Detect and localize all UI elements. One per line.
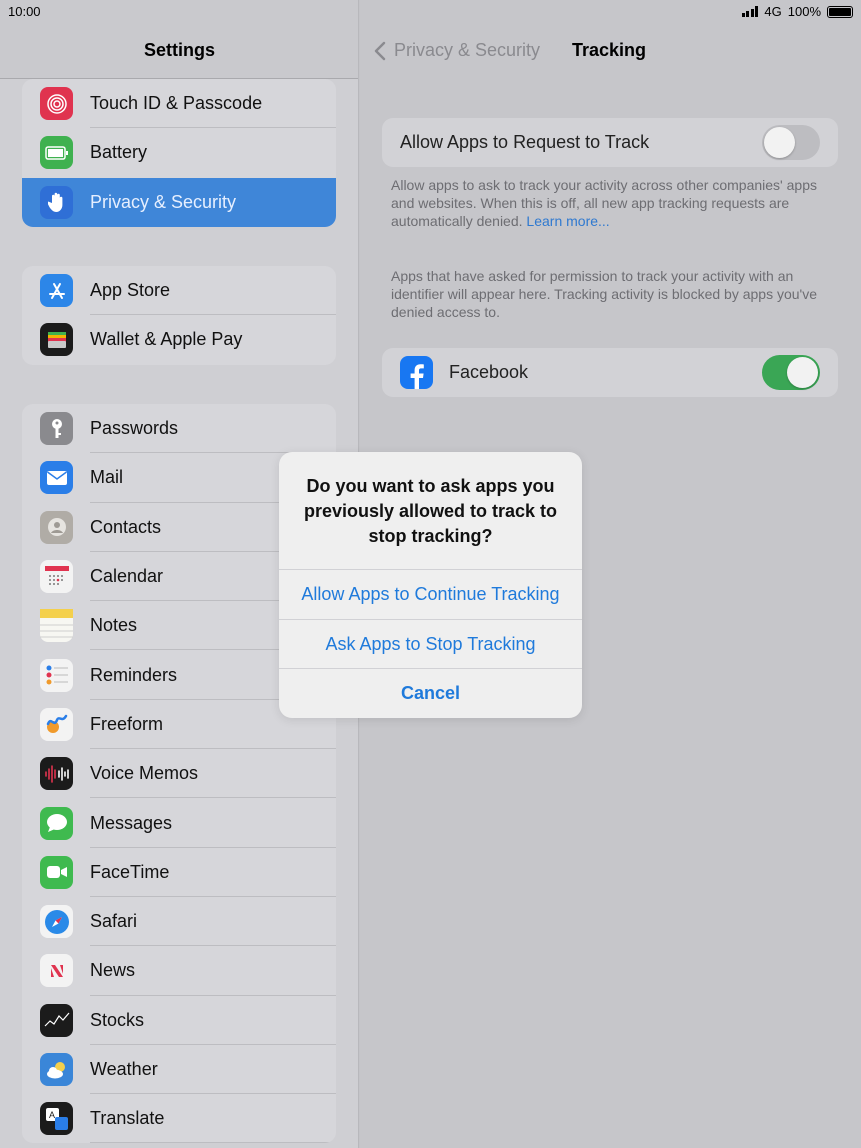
- sidebar-item-translate[interactable]: A Translate: [22, 1094, 336, 1144]
- sidebar-item-label: App Store: [90, 280, 171, 301]
- sidebar-item-label: Wallet & Apple Pay: [90, 329, 243, 350]
- stop-tracking-alert: Do you want to ask apps you previously a…: [279, 452, 582, 718]
- sidebar-item-wallet[interactable]: Wallet & Apple Pay: [22, 315, 336, 364]
- battery-percent: 100%: [787, 4, 821, 19]
- sidebar-item-label: Safari: [90, 911, 138, 932]
- settings-group-1: Touch ID & Passcode Battery Privacy & Se…: [22, 79, 336, 227]
- sidebar-item-messages[interactable]: Messages: [22, 798, 336, 848]
- calendar-icon: [40, 560, 73, 594]
- app-row-facebook: Facebook: [382, 348, 838, 397]
- facebook-tracking-toggle[interactable]: [762, 355, 820, 390]
- status-bar: 4G 100%: [741, 4, 853, 19]
- page-title: Tracking: [572, 40, 647, 60]
- sidebar-item-stocks[interactable]: Stocks: [22, 996, 336, 1045]
- learn-more-link[interactable]: Learn more...: [526, 213, 609, 229]
- battery-status-icon: [827, 5, 853, 18]
- back-button[interactable]: Privacy & Security: [374, 40, 540, 61]
- freeform-icon: [40, 707, 73, 741]
- facetime-icon: [40, 855, 73, 889]
- network-label: 4G: [764, 4, 782, 19]
- allow-tracking-footnote: Allow apps to ask to track your activity…: [391, 177, 817, 229]
- sidebar-item-label: Freeform: [90, 713, 164, 734]
- app-label: Facebook: [449, 362, 529, 382]
- sidebar-item-label: Weather: [90, 1059, 158, 1079]
- sidebar-header: 10:00 Settings: [0, 0, 358, 79]
- chevron-left-icon: [374, 41, 386, 60]
- settings-group-2: App Store Wallet & Apple Pay: [22, 266, 336, 365]
- weather-icon: [40, 1053, 73, 1086]
- sidebar-item-app-store[interactable]: App Store: [22, 266, 336, 316]
- hand-icon: [40, 185, 73, 219]
- allow-tracking-toggle[interactable]: [762, 125, 820, 160]
- sidebar-item-label: Voice Memos: [90, 763, 199, 784]
- sidebar-item-news[interactable]: News: [22, 946, 336, 996]
- allow-tracking-label: Allow Apps to Request to Track: [400, 132, 650, 152]
- sidebar-item-label: Touch ID & Passcode: [90, 93, 263, 114]
- sidebar-item-label: Battery: [90, 142, 148, 163]
- sidebar-item-label: Privacy & Security: [90, 191, 237, 212]
- wallet-icon: [40, 323, 73, 357]
- sidebar-item-voice-memos[interactable]: Voice Memos: [22, 749, 336, 799]
- ask-stop-tracking-button[interactable]: Ask Apps to Stop Tracking: [279, 619, 582, 669]
- sidebar-item-label: FaceTime: [90, 861, 170, 882]
- reminders-icon: [40, 658, 73, 692]
- key-icon: [40, 412, 73, 446]
- sidebar-item-battery[interactable]: Battery: [22, 128, 336, 177]
- sidebar-item-privacy-security[interactable]: Privacy & Security: [22, 177, 336, 227]
- signal-icon: [741, 6, 759, 17]
- back-label: Privacy & Security: [394, 40, 541, 60]
- sidebar-item-label: Translate: [90, 1108, 165, 1129]
- svg-text:A: A: [49, 1110, 55, 1120]
- fingerprint-icon: [40, 87, 73, 121]
- sidebar-item-weather[interactable]: Weather: [22, 1045, 336, 1095]
- mail-icon: [40, 461, 73, 495]
- sidebar-item-touch-id[interactable]: Touch ID & Passcode: [22, 79, 336, 129]
- sidebar-item-label: Stocks: [90, 1009, 145, 1030]
- facebook-icon: [400, 356, 433, 389]
- alert-title: Do you want to ask apps you previously a…: [303, 476, 558, 546]
- app-store-icon: [40, 274, 73, 308]
- contacts-icon: [40, 510, 73, 544]
- sidebar-item-label: Calendar: [90, 566, 164, 587]
- sidebar-item-label: Contacts: [90, 516, 162, 537]
- sidebar-item-safari[interactable]: Safari: [22, 897, 336, 947]
- sidebar-item-facetime[interactable]: FaceTime: [22, 848, 336, 897]
- status-time: 10:00: [8, 4, 41, 19]
- battery-icon: [40, 136, 73, 170]
- apps-note: Apps that have asked for permission to t…: [391, 268, 817, 320]
- sidebar-item-label: Mail: [90, 467, 124, 488]
- sidebar-item-label: Passwords: [90, 418, 179, 439]
- allow-continue-tracking-button[interactable]: Allow Apps to Continue Tracking: [279, 569, 582, 619]
- messages-icon: [40, 806, 73, 840]
- sidebar-item-passwords[interactable]: Passwords: [22, 404, 336, 454]
- allow-tracking-card: Allow Apps to Request to Track: [382, 118, 838, 167]
- stocks-icon: [40, 1003, 73, 1037]
- news-icon: [40, 954, 73, 988]
- translate-icon: A: [40, 1102, 73, 1136]
- sidebar-item-label: Messages: [90, 812, 173, 833]
- sidebar-item-label: Reminders: [90, 664, 178, 685]
- sidebar-title: Settings: [143, 40, 215, 60]
- voice-memos-icon: [40, 757, 73, 791]
- notes-icon: [40, 609, 73, 643]
- safari-icon: [40, 905, 73, 939]
- sidebar-item-label: Notes: [90, 615, 138, 636]
- sidebar-item-label: News: [90, 960, 136, 981]
- cancel-button[interactable]: Cancel: [279, 668, 582, 718]
